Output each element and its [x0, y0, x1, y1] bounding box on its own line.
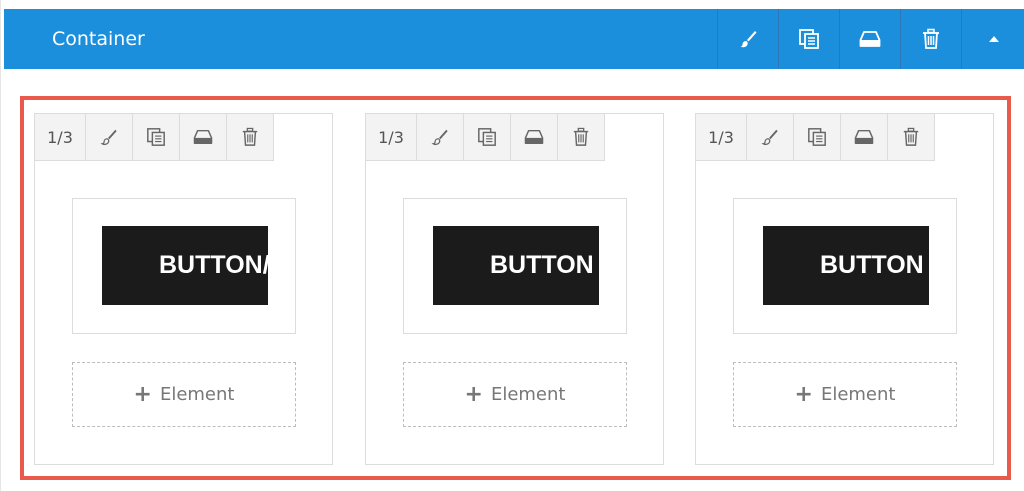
plus-icon: + [464, 381, 483, 407]
page-builder-canvas: Container 1/3 BUTTON/ + Element 1/3 BUTT… [0, 0, 1024, 491]
column-toolbar: 1/3 [696, 114, 935, 161]
button-preview[interactable]: BUTTON [433, 226, 599, 305]
trash-icon [923, 28, 939, 49]
button-preview-label: BUTTON [820, 251, 924, 279]
save-icon [854, 129, 874, 145]
add-element-button[interactable]: + Element [72, 362, 296, 427]
column[interactable]: 1/3 [365, 113, 664, 465]
container-delete-button[interactable] [900, 9, 961, 69]
column-duplicate-button[interactable] [464, 114, 511, 161]
plus-icon: + [133, 381, 152, 407]
save-icon [524, 129, 544, 145]
save-icon [859, 31, 881, 47]
column-save-button[interactable] [180, 114, 227, 161]
duplicate-icon [808, 128, 826, 146]
column-save-button[interactable] [511, 114, 558, 161]
container-duplicate-button[interactable] [778, 9, 839, 69]
container-header[interactable]: Container [4, 9, 1024, 69]
duplicate-icon [147, 128, 165, 146]
column-save-button[interactable] [841, 114, 888, 161]
button-element[interactable]: BUTTON/ [72, 198, 296, 334]
button-preview-label: BUTTON/ [159, 251, 268, 279]
brush-icon [740, 31, 757, 48]
column[interactable]: 1/3 [34, 113, 333, 465]
save-icon [193, 129, 213, 145]
column-size-button[interactable]: 1/3 [35, 114, 86, 161]
brush-icon [761, 129, 778, 146]
add-element-label: Element [820, 384, 896, 405]
column-delete-button[interactable] [888, 114, 935, 161]
column[interactable]: 1/3 [695, 113, 994, 465]
column-edit-button[interactable] [417, 114, 464, 161]
plus-icon: + [794, 381, 813, 407]
column-edit-button[interactable] [86, 114, 133, 161]
column-size-button[interactable]: 1/3 [366, 114, 417, 161]
trash-icon [903, 127, 919, 146]
collapse-up-icon [988, 36, 999, 42]
duplicate-icon [478, 128, 496, 146]
brush-icon [100, 129, 117, 146]
trash-icon [573, 127, 589, 146]
container-toolbar [717, 9, 1024, 69]
trash-icon [242, 127, 258, 146]
column-delete-button[interactable] [558, 114, 605, 161]
container-save-button[interactable] [839, 9, 900, 69]
button-preview-label: BUTTON [490, 251, 594, 279]
add-element-button[interactable]: + Element [403, 362, 627, 427]
container-title: Container [52, 28, 145, 50]
button-preview[interactable]: BUTTON [763, 226, 929, 305]
column-edit-button[interactable] [747, 114, 794, 161]
container-edit-button[interactable] [717, 9, 778, 69]
column-size-button[interactable]: 1/3 [696, 114, 747, 161]
add-element-label: Element [490, 384, 566, 405]
column-duplicate-button[interactable] [133, 114, 180, 161]
column-duplicate-button[interactable] [794, 114, 841, 161]
column-toolbar: 1/3 [35, 114, 274, 161]
button-preview[interactable]: BUTTON/ [102, 226, 268, 305]
add-element-label: Element [159, 384, 235, 405]
duplicate-icon [799, 29, 819, 49]
brush-icon [431, 129, 448, 146]
column-delete-button[interactable] [227, 114, 274, 161]
column-toolbar: 1/3 [366, 114, 605, 161]
add-element-button[interactable]: + Element [733, 362, 957, 427]
button-element[interactable]: BUTTON [403, 198, 627, 334]
container-collapse-button[interactable] [961, 9, 1024, 69]
button-element[interactable]: BUTTON [733, 198, 957, 334]
